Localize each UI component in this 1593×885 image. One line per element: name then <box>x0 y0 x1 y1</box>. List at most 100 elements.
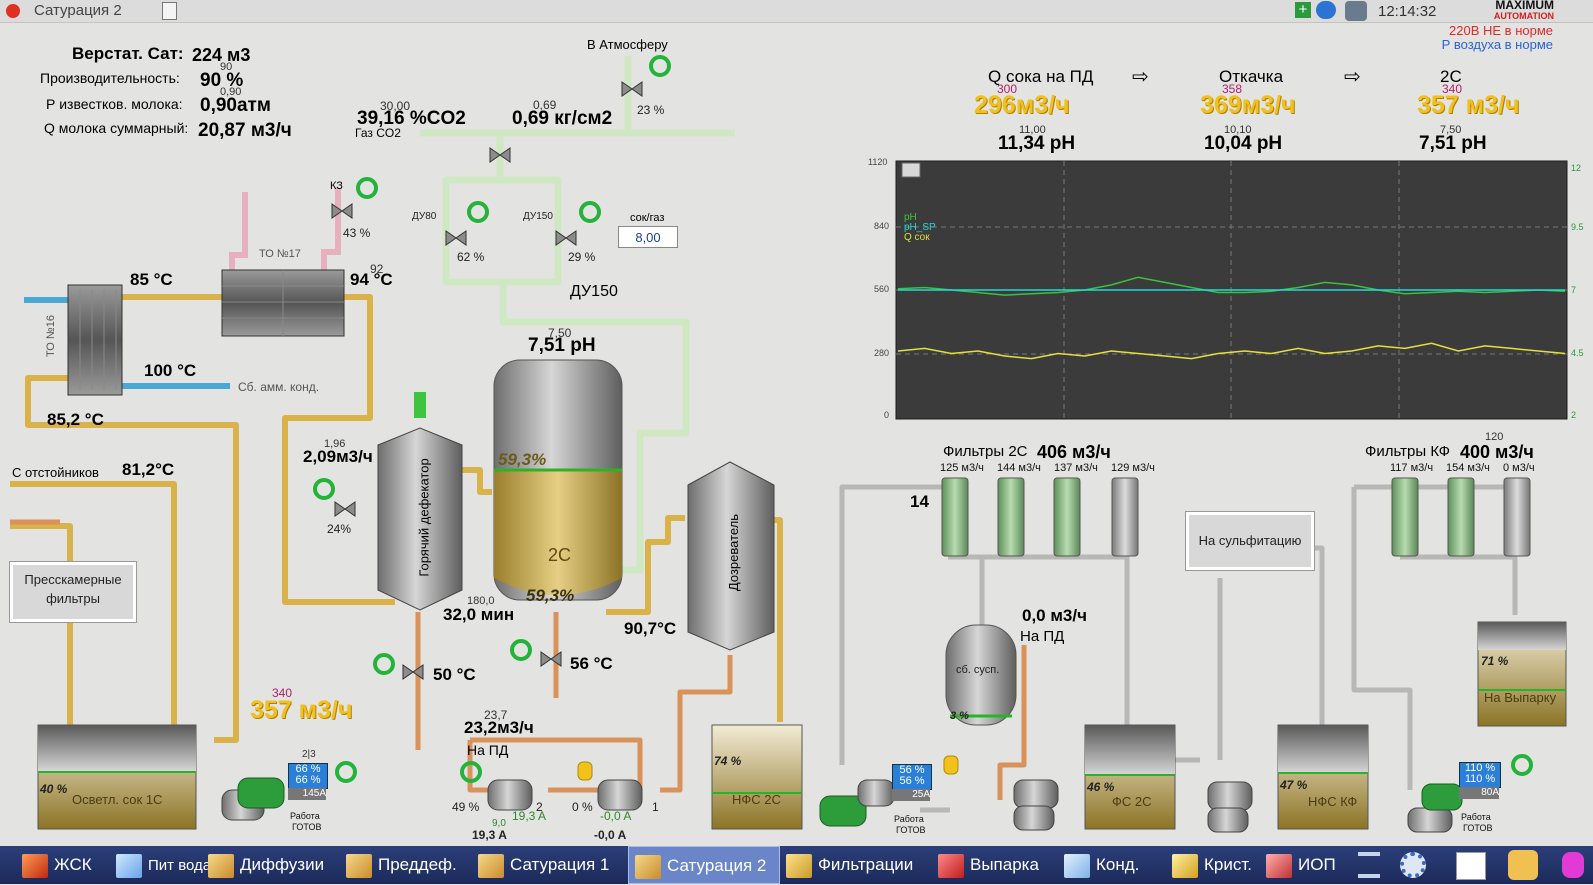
engineer-icon[interactable] <box>1508 850 1538 880</box>
filterskf-flow: 400 м3/ч <box>1460 442 1534 462</box>
zhsk-icon <box>22 853 48 878</box>
tab-label: Крист. <box>1204 855 1252 874</box>
milk-flow-value: 20,87 м3/ч <box>198 120 292 141</box>
vfd2-status2: ГОТОВ <box>896 825 926 835</box>
tab-diffuzii[interactable]: Диффузии <box>208 846 338 884</box>
hand-pink-icon[interactable] <box>1562 852 1584 878</box>
maturer-label: Дозреватель <box>726 513 742 592</box>
du80-label: ДУ80 <box>412 211 437 222</box>
filter2c-4-flow: 129 м3/ч <box>1111 462 1155 474</box>
flow-pd-ph: 11,34 pH <box>998 133 1076 154</box>
pump2-num: 1 <box>652 800 659 814</box>
defecator-valve-pct: 24% <box>327 522 352 536</box>
trend-right-tick: 7 <box>1571 285 1577 295</box>
tab-saturatsiya-2[interactable]: Сатурация 2 <box>628 846 780 884</box>
vfd1-panel[interactable]: 2|3 66 % 66 % 145A Работа ГОТОВ <box>288 749 328 832</box>
trend-right-tick: 4.5 <box>1571 348 1584 358</box>
filterkf-3-flow: 0 м3/ч <box>1503 462 1535 474</box>
pump1-current2: 19,3 A <box>472 828 507 842</box>
gear-icon[interactable] <box>1400 852 1426 878</box>
vfd1-top: 2|3 <box>302 749 316 760</box>
vfd2-panel[interactable]: 56 % 56 % 25A Работа ГОТОВ <box>892 764 932 835</box>
trend-settings-icon[interactable] <box>901 162 921 178</box>
pd-right-flow: 0,0 м3/ч <box>1022 606 1087 625</box>
krist-icon <box>1172 853 1198 878</box>
tab-vyparka[interactable]: Выпарка <box>938 846 1064 884</box>
temp-85: 85 °C <box>130 270 173 289</box>
tank-nfskf-label: НФС КФ <box>1308 794 1358 809</box>
tab-label: Пит вода <box>148 857 212 874</box>
tab-label: Фильтрации <box>818 855 914 874</box>
vfd2-amps: 25A <box>892 789 930 801</box>
arrow-1: ⇨ <box>1132 66 1149 88</box>
defecator-label: Горячий дефекатор <box>416 458 432 577</box>
tab-iop[interactable]: ИОП <box>1266 846 1356 884</box>
temp-81-2: 81,2°C <box>122 460 175 479</box>
defecator-temp-out: 50 °C <box>433 665 476 684</box>
heat-exchanger-16 <box>67 284 123 396</box>
maturer-temp: 90,7°C <box>624 619 677 638</box>
tab-label: Конд. <box>1096 855 1140 874</box>
to17-label: ТО №17 <box>259 248 301 260</box>
tab-filtratsii[interactable]: Фильтрации <box>786 846 932 884</box>
trend-left-tick: 840 <box>874 221 890 231</box>
vfd3-panel[interactable]: 110 % 110 % 80A Работа ГОТОВ <box>1459 762 1501 833</box>
vfd3-status2: ГОТОВ <box>1463 823 1493 833</box>
tank-fs2c-label: ФС 2С <box>1112 794 1152 809</box>
du150-label: ДУ150 <box>523 211 553 222</box>
pump1-pct: 49 % <box>452 800 480 814</box>
tab-preddef[interactable]: Преддеф. <box>346 846 470 884</box>
kz-pct: 43 % <box>343 226 371 240</box>
press-filters-button[interactable]: Пресскамерные фильтры <box>10 562 136 622</box>
tab-label: Диффузии <box>240 855 325 874</box>
temp-85-2: 85,2 °C <box>47 410 104 429</box>
vfd1-l2: 66 % <box>295 774 321 786</box>
saturator-level-bottom: 59,3% <box>526 586 575 605</box>
flow-2c-ph: 7,51 pH <box>1419 133 1487 154</box>
trend-chart-icon[interactable] <box>1456 852 1486 880</box>
kond-icon <box>1064 853 1090 878</box>
vfd3-l2: 110 % <box>1464 773 1496 785</box>
du150-pct: 29 % <box>568 250 596 264</box>
kz-label: КЗ <box>330 180 343 192</box>
pump2-pct: 0 % <box>572 800 593 814</box>
pump2-current2: -0,0 A <box>594 828 627 842</box>
trend-right-tick: 9.5 <box>1571 222 1584 232</box>
vfd2-status1: Работа <box>894 814 924 824</box>
saturatsiya-2-icon <box>635 854 661 879</box>
tab-label: Сатурация 1 <box>510 855 610 874</box>
vfd1-display: 66 % 66 % <box>288 763 328 789</box>
vfd1-status2: ГОТОВ <box>292 822 322 832</box>
vfd3-display: 110 % 110 % <box>1459 762 1501 788</box>
atm-valve-pct: 23 % <box>637 103 665 117</box>
tab-pit-voda[interactable]: Пит вода <box>116 846 211 884</box>
verstat-label: Верстат. Сат: <box>72 44 184 63</box>
tab-zhsk[interactable]: ЖСК <box>22 846 112 884</box>
tank-osvetl-label: Осветл. сок 1С <box>72 792 163 807</box>
tank-vyparka-pct: 71 % <box>1481 654 1509 668</box>
tank-susp-pct: 3 % <box>950 710 969 722</box>
vfd2-display: 56 % 56 % <box>892 764 932 790</box>
ratio-input[interactable] <box>618 226 678 248</box>
trend-left-tick: 560 <box>874 284 890 294</box>
pump1-num: 2 <box>536 800 543 814</box>
saturator-ph: 7,51 pH <box>528 335 596 356</box>
filters2c-label: Фильтры 2С <box>943 443 1028 460</box>
co2-label: Газ CO2 <box>355 126 401 140</box>
arrow-2: ⇨ <box>1344 66 1361 88</box>
vfd1-amps: 145A <box>288 788 326 800</box>
menu-icon[interactable] <box>1358 852 1380 878</box>
filtratsii-icon <box>786 853 812 878</box>
filterkf-1-flow: 117 м3/ч <box>1390 462 1434 474</box>
filterskf-label: Фильтры КФ <box>1365 443 1450 460</box>
vfd2-l2: 56 % <box>899 775 925 787</box>
tab-kond[interactable]: Конд. <box>1064 846 1168 884</box>
tab-krist[interactable]: Крист. <box>1172 846 1272 884</box>
tab-label: Преддеф. <box>378 855 457 874</box>
tab-saturatsiya-1[interactable]: Сатурация 1 <box>478 846 622 884</box>
sulfitation-button[interactable]: На сульфитацию <box>1186 512 1314 570</box>
defecator-time: 32,0 мин <box>443 605 515 624</box>
tank-nfskf-pct: 47 % <box>1280 778 1308 792</box>
lime-pressure-value: 0,90атм <box>200 95 271 116</box>
tank-vyparka-label: На Выпарку <box>1484 690 1557 705</box>
